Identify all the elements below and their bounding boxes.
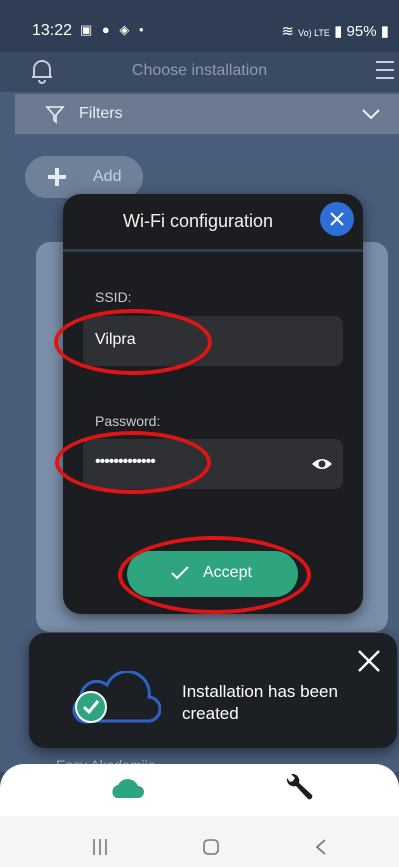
- cloud-check-icon: [72, 671, 161, 724]
- status-right: ≋ Vo) LTE ▮ 95% ▮: [281, 22, 389, 40]
- battery-icon: ▮: [380, 23, 389, 40]
- close-icon[interactable]: [358, 650, 380, 672]
- status-time: 13:22: [32, 22, 73, 39]
- chevron-down-icon: [362, 109, 380, 120]
- wrench-icon[interactable]: [284, 772, 314, 802]
- battery-percent: 95%: [346, 23, 377, 40]
- back-icon[interactable]: [314, 838, 328, 856]
- status-bar: 13:22 ▣ ● ◈ • ≋ Vo) LTE ▮ 95% ▮: [0, 0, 399, 58]
- recent-apps-icon[interactable]: [91, 838, 109, 856]
- system-nav-bar: [0, 816, 399, 867]
- network-indicator: Vo) LTE: [298, 28, 330, 38]
- eye-icon[interactable]: [311, 456, 333, 472]
- home-icon[interactable]: [202, 838, 220, 856]
- signal-icon: ▮: [334, 23, 343, 40]
- highlight-password: [55, 431, 211, 494]
- notification-icons: ▣ ● ◈ •: [80, 22, 147, 37]
- add-label: Add: [93, 168, 122, 185]
- dialog-divider: [63, 249, 363, 252]
- close-icon: [330, 212, 344, 226]
- highlight-accept: [118, 536, 311, 614]
- wifi-icon: ≋: [281, 23, 294, 40]
- bottom-tab-bar: [0, 764, 399, 816]
- ssid-label: SSID:: [95, 289, 132, 305]
- cloud-icon[interactable]: [108, 776, 144, 800]
- password-label: Password:: [95, 413, 161, 429]
- top-bar: Choose installation: [0, 52, 399, 92]
- toast-message: Installation has been created: [182, 682, 338, 723]
- page-title[interactable]: Choose installation: [0, 62, 399, 80]
- filter-icon: [45, 106, 65, 124]
- add-button[interactable]: Add: [25, 156, 143, 198]
- dialog-title: Wi-Fi configuration: [122, 211, 274, 231]
- close-dialog-button[interactable]: [320, 202, 354, 236]
- plus-icon: [48, 168, 66, 186]
- success-toast: Installation has been created: [29, 633, 397, 748]
- filters-bar[interactable]: Filters: [15, 94, 399, 134]
- highlight-ssid: [54, 309, 212, 375]
- menu-icon[interactable]: [374, 58, 396, 82]
- filters-label: Filters: [79, 105, 123, 122]
